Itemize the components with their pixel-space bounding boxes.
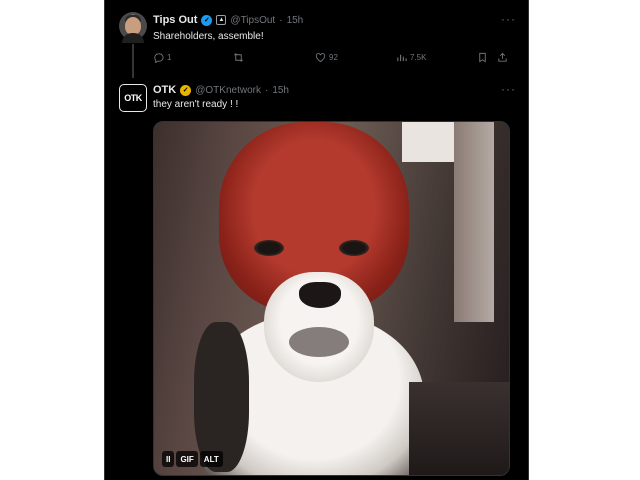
gold-check-icon[interactable]: ✓ <box>180 84 192 96</box>
shadow <box>194 322 249 472</box>
left-eye <box>254 240 284 256</box>
separator: · <box>264 84 269 96</box>
reply-count: 1 <box>167 53 172 62</box>
tweet-text: Shareholders, assemble! <box>153 31 264 42</box>
separator: · <box>279 14 283 26</box>
repost-button[interactable] <box>233 52 247 63</box>
alt-button[interactable]: ALT <box>199 451 223 467</box>
heart-icon <box>315 53 326 63</box>
reply-button[interactable]: 1 <box>153 52 171 63</box>
gif-media[interactable]: II GIF ALT <box>153 121 510 476</box>
views-button[interactable]: 7.5K <box>396 52 426 63</box>
views-icon <box>397 54 407 62</box>
tweet-header: Tips Out ✓ ▲ @TipsOut · 15h <box>153 12 303 28</box>
display-name[interactable]: Tips Out <box>153 14 197 26</box>
more-options-icon[interactable]: ··· <box>501 12 516 26</box>
display-name[interactable]: OTK <box>153 84 176 96</box>
otk-logo[interactable]: OTK <box>119 84 147 112</box>
share-button[interactable] <box>497 52 508 63</box>
dog-mouth <box>289 327 349 357</box>
thread-line <box>132 44 134 78</box>
timestamp[interactable]: 15h <box>272 85 289 96</box>
handle[interactable]: @OTKnetwork <box>195 85 261 96</box>
blue-check-icon[interactable]: ✓ <box>201 14 213 26</box>
share-icon <box>498 52 507 62</box>
gif-badge: GIF <box>176 451 198 467</box>
tweet-header: OTK ✓ @OTKnetwork · 15h <box>153 82 289 98</box>
bookmark-icon <box>479 52 486 63</box>
avatar-text: OTK <box>124 93 142 103</box>
tweet-tipsout[interactable]: Tips Out ✓ ▲ @TipsOut · 15h ··· Sharehol… <box>105 0 528 78</box>
timestamp[interactable]: 15h <box>287 15 304 26</box>
like-count: 92 <box>329 53 338 62</box>
reply-icon <box>154 53 164 63</box>
pause-button[interactable]: II <box>162 451 175 467</box>
avatar[interactable] <box>119 12 147 43</box>
floor <box>409 382 509 475</box>
avatar-body <box>122 33 144 43</box>
timeline: Tips Out ✓ ▲ @TipsOut · 15h ··· Sharehol… <box>104 0 529 480</box>
action-bar: 1 92 7.5K <box>153 52 513 66</box>
gif-controls: II GIF ALT <box>162 451 223 467</box>
right-eye <box>339 240 369 256</box>
affiliate-badge-icon[interactable]: ▲ <box>216 15 227 25</box>
door-frame <box>454 122 494 322</box>
like-button[interactable]: 92 <box>315 52 338 63</box>
dog-nose <box>299 282 341 308</box>
tweet-text: they aren't ready ! ! <box>153 99 239 110</box>
more-options-icon[interactable]: ··· <box>501 82 516 96</box>
bookmark-button[interactable] <box>477 52 488 63</box>
handle[interactable]: @TipsOut <box>230 15 275 26</box>
repost-icon <box>234 53 243 62</box>
window-light <box>402 122 462 162</box>
tweet-otk[interactable]: OTK OTK ✓ @OTKnetwork · 15h ··· they are… <box>105 76 528 480</box>
views-count: 7.5K <box>410 53 427 62</box>
